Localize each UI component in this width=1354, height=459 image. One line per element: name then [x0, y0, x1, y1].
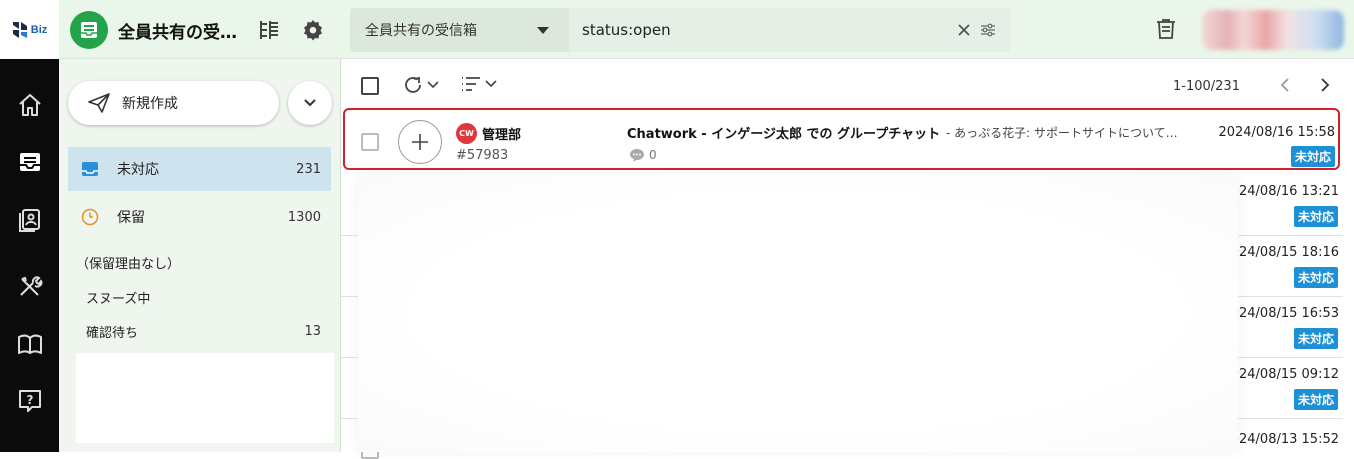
row-date: 024/08/15 18:16 [1230, 245, 1339, 260]
search-bar: 全員共有の受信箱 [350, 8, 1010, 52]
sidebar-item-pending[interactable]: 保留 1300 [68, 195, 331, 239]
inbox-badge[interactable] [70, 11, 108, 49]
tools-icon[interactable] [13, 270, 47, 304]
caret-down-icon [537, 27, 549, 34]
message-subject: Chatwork - インゲージ太郎 での グループチャット [627, 127, 941, 142]
new-message-label: 新規作成 [122, 96, 178, 112]
top-header: 全員共有の受信箱 全員共有の受信箱 [59, 0, 1354, 59]
status-badge: 未対応 [1290, 146, 1335, 167]
sort-list-icon [462, 77, 480, 91]
logo-text: Biz [30, 23, 48, 36]
sidebar-item-label: 保留 [117, 210, 145, 226]
new-message-button[interactable]: 新規作成 [68, 81, 279, 125]
contacts-icon[interactable] [13, 202, 47, 236]
clear-search-icon[interactable] [957, 21, 971, 42]
search-input[interactable] [569, 8, 1010, 52]
message-preview: - あっぷる花子: サポートサイトについて… [946, 126, 1178, 140]
row-date: 2024/08/16 15:58 [1218, 125, 1335, 140]
row-checkbox[interactable] [361, 133, 379, 151]
layout-toggle-icon[interactable] [255, 16, 283, 44]
trash-icon[interactable] [1154, 17, 1178, 45]
home-icon[interactable] [13, 88, 47, 122]
status-badge: 未対応 [1293, 267, 1338, 288]
select-all-checkbox[interactable] [361, 77, 379, 95]
comment-bubble-icon [630, 149, 644, 162]
chevron-down-icon [427, 81, 439, 89]
refresh-icon [405, 76, 421, 93]
user-avatars[interactable] [1202, 10, 1344, 50]
sidebar-item-label: 未対応 [117, 162, 159, 178]
ticket-number: #57983 [456, 148, 509, 163]
comment-count-value: 0 [649, 148, 657, 162]
inbox-select[interactable]: 全員共有の受信箱 [350, 8, 569, 52]
sidebar-item-count: 231 [296, 161, 321, 177]
logo-mark-icon [12, 21, 27, 38]
row-date: 2024/08/13 15:52 [1222, 432, 1339, 447]
sidebar-subitem-count: 13 [304, 323, 321, 339]
sidebar-subitem-snoozed[interactable]: スヌーズ中 [86, 282, 331, 312]
prev-page-icon[interactable] [1273, 73, 1297, 97]
inbox-title[interactable]: 全員共有の受信箱 [118, 18, 246, 43]
sidebar-item-open[interactable]: 未対応 231 [68, 147, 331, 191]
sidebar-subitem-awaiting[interactable]: 確認待ち 13 [86, 316, 331, 346]
filter-sliders-icon[interactable] [980, 22, 996, 42]
pager-text: 1-100/231 [1173, 79, 1240, 94]
list-toolbar: 1-100/231 [341, 59, 1354, 111]
chevron-down-icon [304, 99, 316, 107]
app-rail: Biz ? [0, 0, 59, 452]
sidebar-subitem-label: 確認待ち [86, 325, 139, 341]
team-name: 管理部 [482, 128, 522, 143]
chatwork-badge: CW [456, 123, 477, 144]
sort-button[interactable] [461, 75, 497, 93]
send-icon [88, 93, 110, 113]
inbox-icon[interactable] [13, 145, 47, 179]
sidebar: 新規作成 未対応 231 保留 1300 （保留理由なし） スヌーズ中 確認待ち… [59, 59, 341, 452]
expand-menu-button[interactable] [288, 81, 332, 125]
sidebar-subitem-label: （保留理由なし） [76, 256, 181, 272]
sidebar-blank-panel [76, 353, 334, 443]
redacted-content-panel [358, 174, 1238, 452]
table-row-highlighted[interactable]: CW 管理部 #57983 Chatwork - インゲージ太郎 での グループ… [343, 108, 1340, 170]
row-date: 024/08/15 09:12 [1230, 367, 1339, 382]
clock-icon [81, 208, 99, 226]
status-badge: 未対応 [1293, 206, 1338, 227]
status-badge: 未対応 [1293, 389, 1338, 410]
inbox-select-value: 全員共有の受信箱 [365, 23, 477, 39]
settings-gear-icon[interactable] [299, 16, 327, 44]
plus-icon [412, 134, 428, 150]
app-logo[interactable]: Biz [0, 0, 59, 59]
svg-text:?: ? [27, 393, 34, 407]
assign-plus-button[interactable] [398, 120, 442, 164]
status-badge: 未対応 [1293, 328, 1338, 349]
sidebar-item-count: 1300 [287, 209, 321, 225]
row-date: 024/08/15 16:53 [1230, 306, 1339, 321]
help-icon[interactable]: ? [13, 384, 47, 418]
comment-count: 0 [629, 148, 657, 162]
next-page-icon[interactable] [1313, 73, 1337, 97]
row-date: 024/08/16 13:21 [1230, 184, 1339, 199]
sidebar-subitem-label: スヌーズ中 [86, 291, 151, 307]
chevron-down-icon [485, 80, 497, 88]
manual-book-icon[interactable] [13, 327, 47, 361]
inbox-tray-icon [81, 160, 99, 178]
sidebar-subitem-no-reason[interactable]: （保留理由なし） [76, 247, 331, 277]
inbox-badge-icon [81, 22, 97, 38]
refresh-button[interactable] [403, 75, 439, 95]
